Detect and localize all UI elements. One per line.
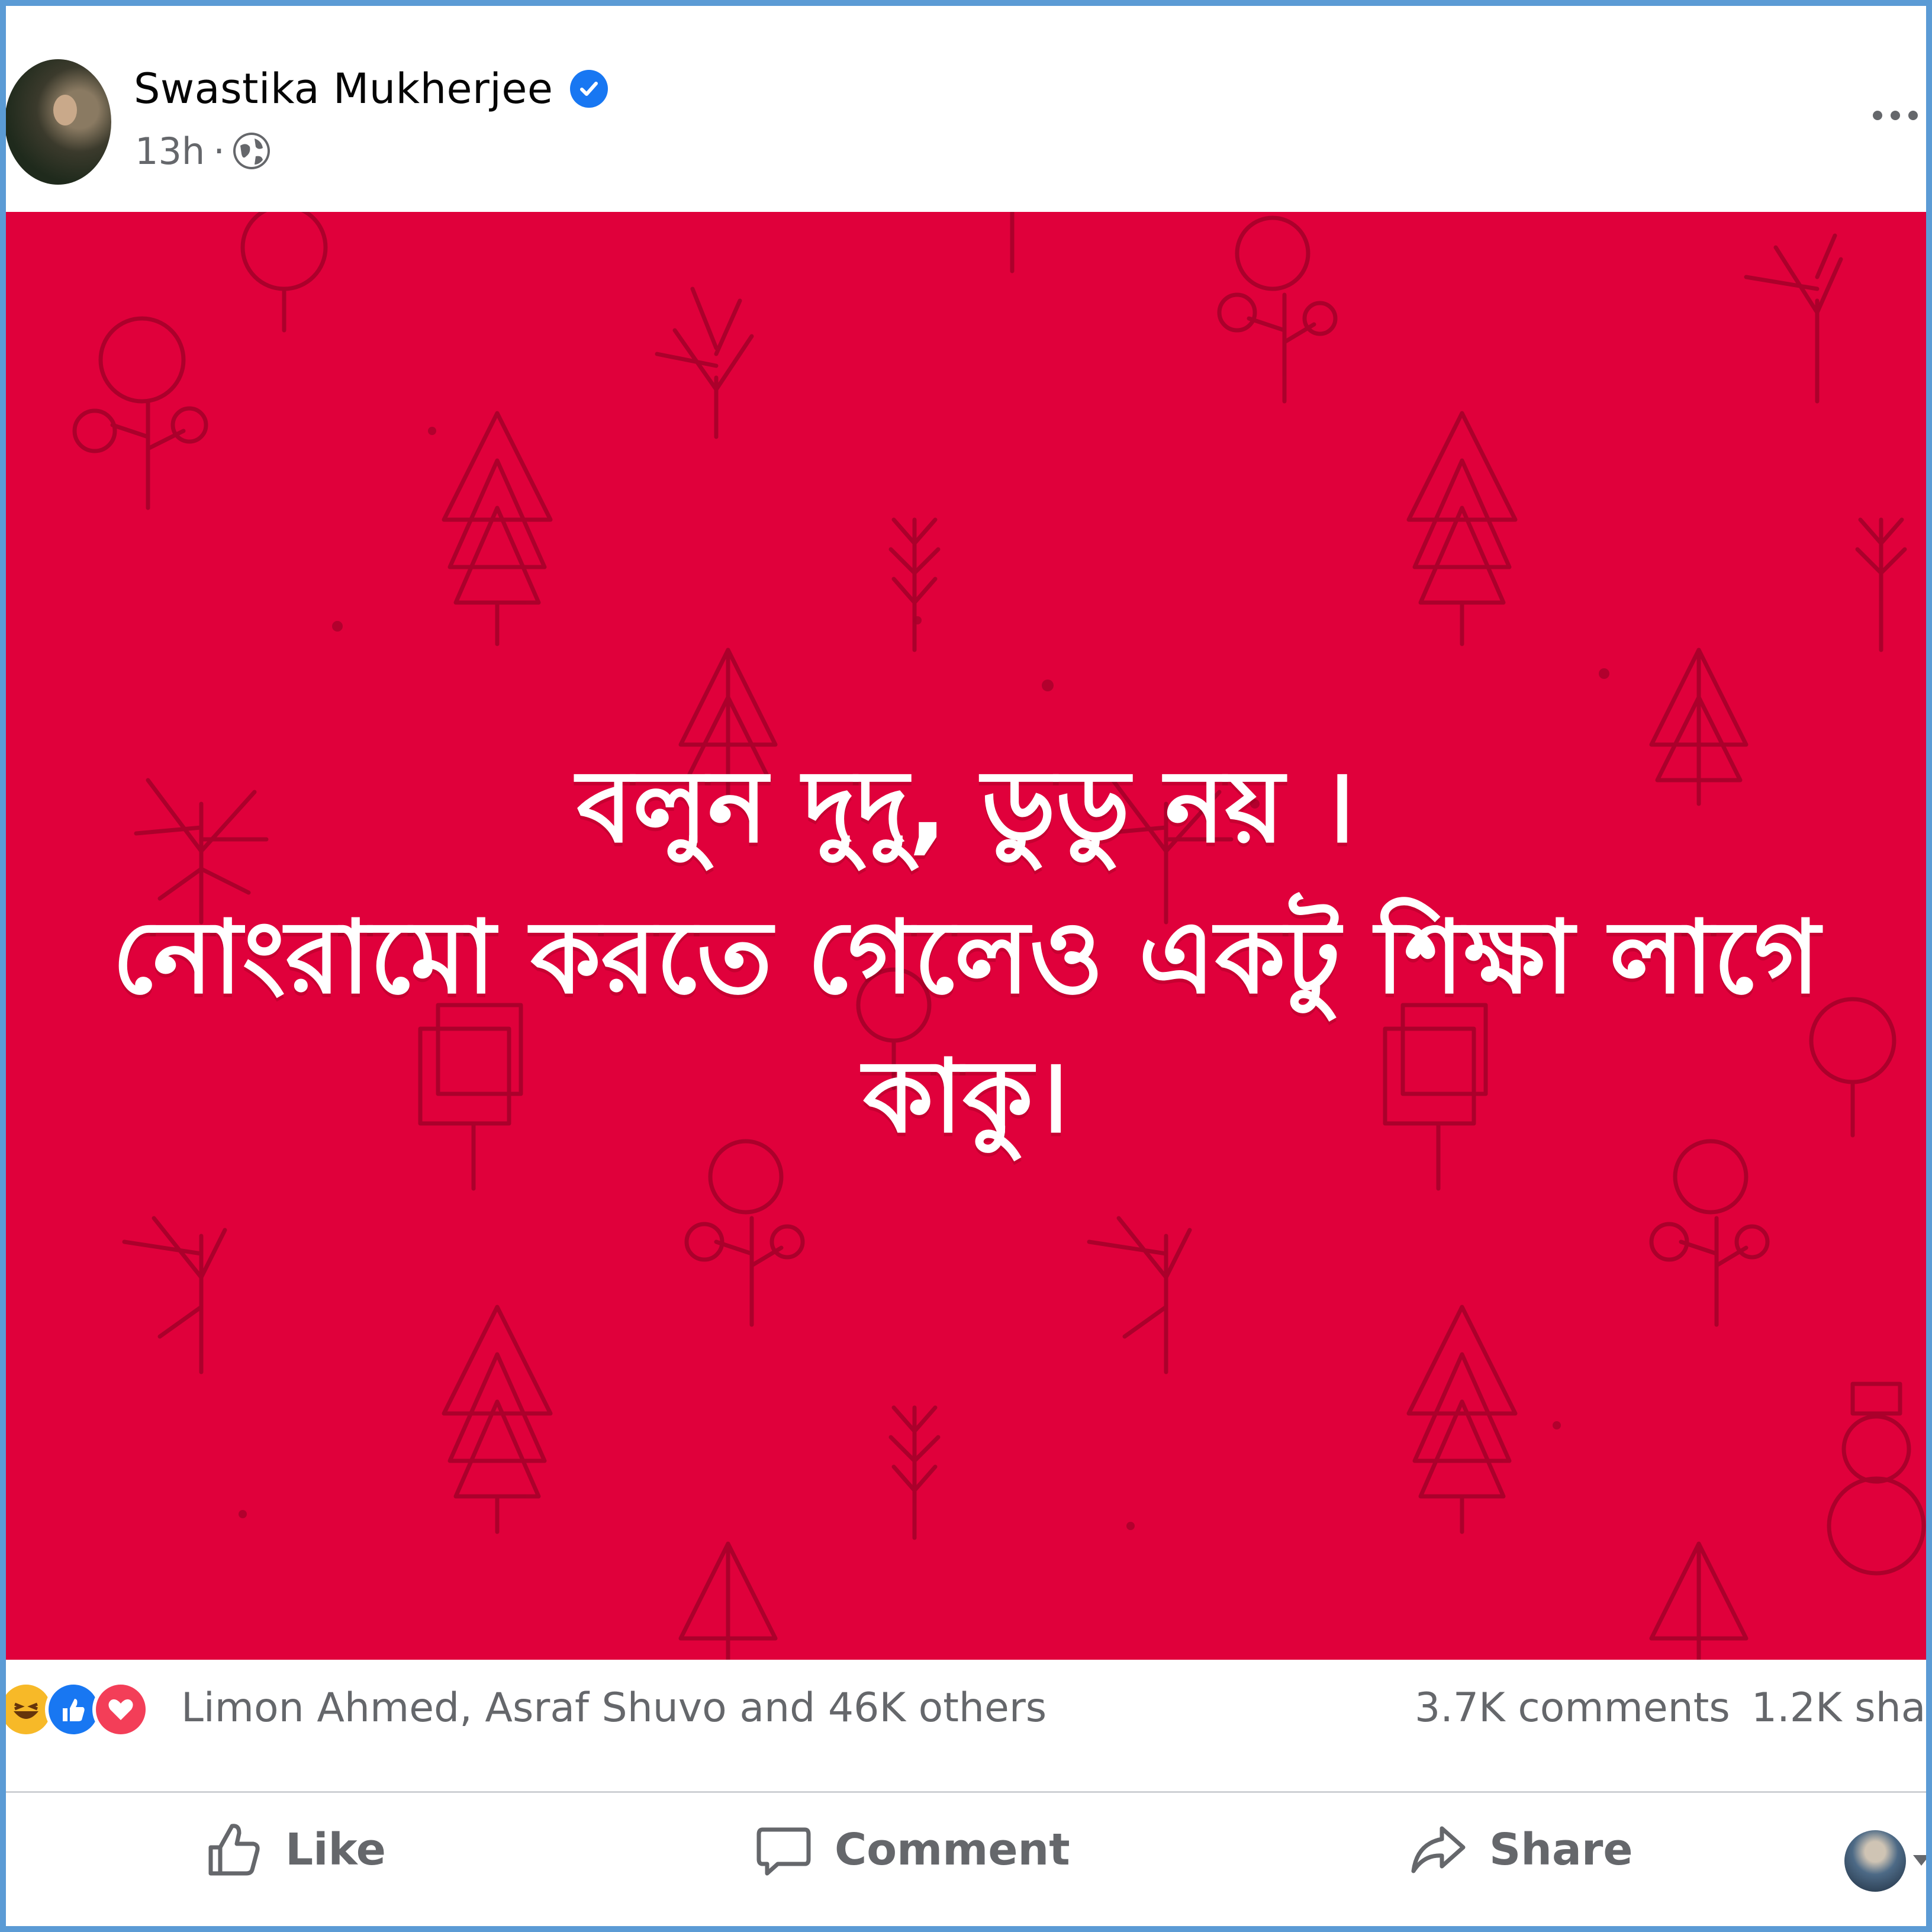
author-avatar[interactable] (6, 59, 111, 185)
chevron-down-icon[interactable] (1913, 1855, 1926, 1866)
thumbs-up-icon (208, 1824, 260, 1876)
shares-count[interactable]: 1.2K shar (1751, 1685, 1926, 1731)
viewer-avatar[interactable] (1844, 1830, 1906, 1892)
pattern-tree (1744, 233, 1843, 404)
dot (1891, 111, 1900, 120)
pattern-tree (442, 1305, 553, 1534)
pattern-tree (442, 411, 553, 646)
author-row: Swastika Mukherjee (134, 60, 608, 117)
reaction-icons[interactable] (6, 1681, 163, 1740)
share-arrow-icon (1411, 1826, 1466, 1873)
globe-icon (233, 133, 270, 169)
pattern-snowman (1827, 1382, 1926, 1576)
image-text-line-3: কাকু। (863, 1038, 1069, 1155)
like-label: Like (285, 1824, 386, 1875)
like-button[interactable]: Like (205, 1817, 386, 1882)
reactors-text[interactable]: Limon Ahmed, Asraf Shuvo and 46K others (181, 1685, 1046, 1731)
share-button[interactable]: Share (1409, 1817, 1633, 1882)
comment-label: Comment (835, 1824, 1070, 1875)
image-text-line-1: বলুন দুদু, ডুডু নয় । (577, 748, 1355, 865)
dot (1873, 111, 1882, 120)
pattern-tree (1217, 215, 1338, 404)
pattern-tree (122, 1216, 227, 1374)
pattern-tree (240, 212, 328, 333)
pattern-tree (888, 1405, 941, 1540)
action-bar: Like Comment Share (6, 1793, 1926, 1924)
pattern-tree (1649, 1139, 1770, 1327)
pattern-tree (684, 1139, 805, 1327)
post-image[interactable]: বলুন দুদু, ডুডু নয় । নোংরামো করতে গেলেও… (6, 212, 1926, 1660)
comment-bubble-icon (756, 1827, 811, 1876)
pattern-tree (72, 316, 208, 510)
comment-button[interactable]: Comment (754, 1817, 1070, 1882)
pattern-tree (678, 1541, 778, 1660)
pattern-tree (1087, 1216, 1192, 1374)
avatar-face (53, 95, 77, 125)
love-icon (92, 1681, 149, 1738)
pattern-tree (888, 517, 941, 652)
share-label: Share (1489, 1824, 1633, 1875)
reactions-bar: Limon Ahmed, Asraf Shuvo and 46K others … (6, 1661, 1926, 1793)
pattern-tree (1406, 411, 1518, 646)
pattern-tree (1649, 1541, 1749, 1660)
pattern-tree (1406, 1305, 1518, 1534)
checkmark-icon (579, 82, 598, 96)
comments-count[interactable]: 3.7K comments (1415, 1685, 1730, 1731)
author-name[interactable]: Swastika Mukherjee (134, 65, 553, 113)
post-header: Swastika Mukherjee 13h · (6, 6, 1926, 211)
image-text-line-2: নোংরামো করতে গেলেও একটু শিক্ষা লাগে (112, 899, 1820, 1016)
pattern-tree (1855, 517, 1907, 652)
dot (1908, 111, 1918, 120)
pattern-tree (655, 286, 754, 439)
post-card: Swastika Mukherjee 13h · বলুন দুদু, ডুডু… (0, 0, 1932, 1932)
post-timestamp[interactable]: 13h (135, 130, 205, 173)
more-options-icon[interactable] (1873, 95, 1926, 136)
post-meta: 13h · (135, 124, 270, 178)
engagement-counts: 3.7K comments 1.2K shar (1415, 1685, 1926, 1731)
meta-separator: · (213, 129, 225, 173)
verified-badge-icon (569, 70, 608, 108)
